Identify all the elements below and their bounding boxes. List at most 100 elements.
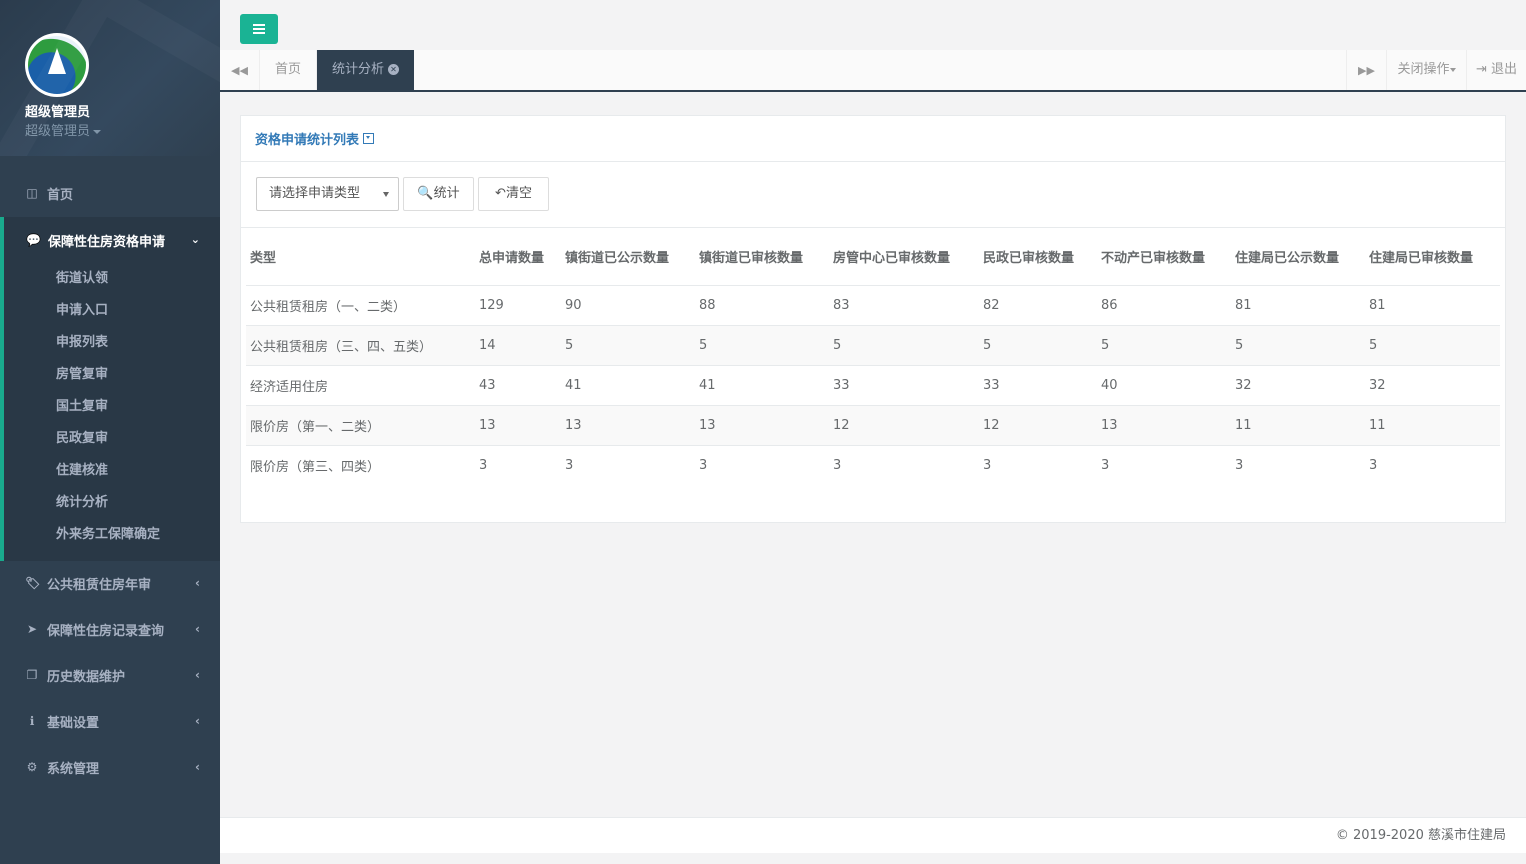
sidebar-subitem-statistics[interactable]: 统计分析 xyxy=(4,487,220,519)
column-header[interactable]: 镇街道已审核数量 xyxy=(695,229,829,286)
close-tab-icon[interactable]: ✕ xyxy=(388,64,400,75)
search-icon: 🔍 xyxy=(417,186,434,201)
hamburger-icon xyxy=(253,28,265,30)
sidebar-group-system-management[interactable]: ⚙ 系统管理 ‹ xyxy=(0,744,220,790)
tabs-scroll-left-button[interactable]: ◀◀ xyxy=(220,50,260,90)
tabs-scroll-right-button[interactable]: ▶▶ xyxy=(1346,50,1386,90)
collapse-toggle-icon[interactable] xyxy=(363,133,375,144)
sidebar-subitem[interactable]: 房管复审 xyxy=(4,359,220,391)
chevron-left-icon: ‹ xyxy=(195,714,200,728)
table-cell: 81 xyxy=(1231,285,1365,326)
table-cell: 41 xyxy=(561,365,695,406)
sidebar-subitem[interactable]: 民政复审 xyxy=(4,423,220,455)
table-cell: 5 xyxy=(1097,325,1231,366)
table-cell: 32 xyxy=(1365,365,1500,406)
column-header[interactable]: 住建局已审核数量 xyxy=(1365,229,1500,286)
table-cell: 11 xyxy=(1231,405,1365,446)
table-cell: 33 xyxy=(979,365,1097,406)
tab-label: 统计分析 xyxy=(332,62,385,77)
logout-label: 退出 xyxy=(1491,62,1518,77)
statistics-table: 类型 总申请数量 镇街道已公示数量 镇街道已审核数量 房管中心已审核数量 民政已… xyxy=(246,229,1500,485)
logo xyxy=(25,33,89,97)
sidebar-group-record-query[interactable]: ➤ 保障性住房记录查询 ‹ xyxy=(0,606,220,652)
table-cell: 5 xyxy=(561,325,695,366)
button-label: 统计 xyxy=(433,186,460,201)
table-cell: 5 xyxy=(1231,325,1365,366)
logout-button[interactable]: ⇥ 退出 xyxy=(1466,50,1526,90)
profile-area: 超级管理员 超级管理员 xyxy=(0,0,220,156)
sidebar-group-history-data[interactable]: ❐ 历史数据维护 ‹ xyxy=(0,652,220,698)
sidebar-group-label: 保障性住房资格申请 xyxy=(48,234,166,250)
user-role-dropdown[interactable]: 超级管理员 xyxy=(25,120,102,139)
tab-statistics[interactable]: 统计分析 ✕ xyxy=(317,50,414,90)
caret-down-icon xyxy=(93,129,102,134)
sidebar-subitem[interactable]: 申报列表 xyxy=(4,327,220,359)
table-cell: 11 xyxy=(1365,405,1500,446)
table-cell: 41 xyxy=(695,365,829,406)
logo-mark xyxy=(28,36,86,94)
column-header[interactable]: 类型 xyxy=(246,229,475,286)
copyright-text: © 2019-2020 慈溪市住建局 xyxy=(1335,828,1506,843)
table-cell: 5 xyxy=(829,325,979,366)
sidebar-group-header[interactable]: 💬 保障性住房资格申请 ⌄ xyxy=(4,217,220,263)
tab-home[interactable]: 首页 xyxy=(260,50,318,90)
column-header[interactable]: 总申请数量 xyxy=(475,229,561,286)
sidebar-group-basic-settings[interactable]: ℹ 基础设置 ‹ xyxy=(0,698,220,744)
table-cell: 81 xyxy=(1365,285,1500,326)
statistics-panel: 资格申请统计列表 请选择申请类型 🔍统计 ↶清空 类型 总申请数量 镇街道已公示… xyxy=(240,115,1506,523)
table-cell: 限价房（第三、四类） xyxy=(250,459,381,475)
table-row: 公共租赁租房（一、二类） 129 90 88 83 82 86 81 81 xyxy=(246,285,1500,326)
chevron-down-icon: ⌄ xyxy=(190,233,200,246)
table-cell: 12 xyxy=(829,405,979,446)
column-header[interactable]: 住建局已公示数量 xyxy=(1231,229,1365,286)
table-cell: 90 xyxy=(561,285,695,326)
table-cell: 公共租赁租房（一、二类） xyxy=(246,285,475,326)
table-row: 限价房（第三、四类） 3 3 3 3 3 3 3 3 xyxy=(246,445,1500,485)
close-operations-dropdown[interactable]: 关闭操作 xyxy=(1386,50,1466,90)
column-header[interactable]: 镇街道已公示数量 xyxy=(561,229,695,286)
sidebar-item-label: 系统管理 xyxy=(47,761,100,777)
application-type-select[interactable]: 请选择申请类型 xyxy=(256,177,399,211)
sign-out-icon: ⇥ xyxy=(1475,62,1487,77)
table-cell: 3 xyxy=(1101,457,1110,473)
chevron-left-icon: ‹ xyxy=(195,668,200,682)
table-cell: 5 xyxy=(1365,325,1500,366)
menu-toggle-button[interactable] xyxy=(240,14,278,44)
statistics-button[interactable]: 🔍统计 xyxy=(403,177,474,211)
sidebar-subitem[interactable]: 申请入口 xyxy=(4,295,220,327)
gear-icon: ⚙ xyxy=(26,760,38,774)
tag-icon: 🏷 xyxy=(25,576,41,590)
sidebar-subitem[interactable]: 外来务工保障确定 xyxy=(4,519,220,551)
sidebar-subitem[interactable]: 国土复审 xyxy=(4,391,220,423)
sidebar-group-annual-review[interactable]: 🏷 公共租赁住房年审 ‹ xyxy=(0,560,220,606)
sidebar-subitem[interactable]: 住建核准 xyxy=(4,455,220,487)
paper-plane-icon: ➤ xyxy=(26,622,38,636)
sidebar-item-home[interactable]: ◫ 首页 xyxy=(0,170,220,216)
chevron-left-icon: ‹ xyxy=(195,576,200,590)
column-header[interactable]: 房管中心已审核数量 xyxy=(829,229,979,286)
chevron-left-icon: ‹ xyxy=(195,760,200,774)
sidebar-subitem[interactable]: 街道认领 xyxy=(4,263,220,295)
table-cell: 13 xyxy=(561,405,695,446)
table-cell: 3 xyxy=(1369,457,1378,473)
clear-button[interactable]: ↶清空 xyxy=(478,177,549,211)
table-cell: 3 xyxy=(1235,457,1244,473)
footer: © 2019-2020 慈溪市住建局 xyxy=(220,817,1526,853)
table-cell: 88 xyxy=(695,285,829,326)
table-cell: 3 xyxy=(833,457,842,473)
table-cell: 13 xyxy=(475,405,561,446)
table-cell: 86 xyxy=(1097,285,1231,326)
table-cell: 限价房（第一、二类） xyxy=(246,405,475,446)
table-cell: 3 xyxy=(479,457,488,473)
tabs-bar: ◀◀ 首页 统计分析 ✕ ▶▶ 关闭操作 ⇥ 退出 xyxy=(220,50,1526,92)
table-cell: 83 xyxy=(829,285,979,326)
column-header[interactable]: 民政已审核数量 xyxy=(979,229,1097,286)
undo-icon: ↶ xyxy=(495,186,506,201)
table-row: 公共租赁租房（三、四、五类） 14 5 5 5 5 5 5 5 xyxy=(246,325,1500,366)
info-icon: ℹ xyxy=(29,714,35,728)
column-header[interactable]: 不动产已审核数量 xyxy=(1097,229,1231,286)
sidebar-item-label: 历史数据维护 xyxy=(47,669,126,685)
button-label: 清空 xyxy=(505,186,532,201)
comment-icon: 💬 xyxy=(26,233,41,247)
double-chevron-left-icon: ◀◀ xyxy=(231,63,248,77)
